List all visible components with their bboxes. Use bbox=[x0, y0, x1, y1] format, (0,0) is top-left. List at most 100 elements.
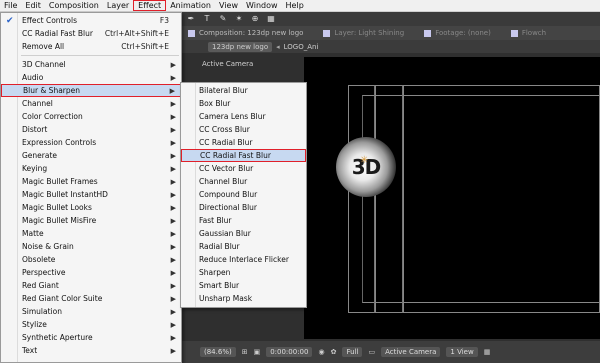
menu-item-audio[interactable]: Audio ▶ bbox=[1, 71, 181, 84]
submenu-item-smart-blur[interactable]: Smart Blur bbox=[181, 279, 306, 292]
resolution-dropdown[interactable]: Full bbox=[342, 347, 363, 357]
submenu-item-channel-blur[interactable]: Channel Blur bbox=[181, 175, 306, 188]
timecode-field[interactable]: 0:00:00:00 bbox=[266, 347, 313, 357]
mask-toggle-icon[interactable]: ▣ bbox=[254, 348, 261, 356]
menu-item-color-correction[interactable]: Color Correction ▶ bbox=[1, 110, 181, 123]
text-tool-icon[interactable]: T bbox=[202, 14, 212, 24]
tab-composition-label: Composition: 123dp new logo bbox=[199, 29, 304, 37]
menu-item-magic-bullet-looks[interactable]: Magic Bullet Looks ▶ bbox=[1, 201, 181, 214]
camera-dropdown[interactable]: Active Camera bbox=[381, 347, 441, 357]
menu-item-expression-controls[interactable]: Expression Controls ▶ bbox=[1, 136, 181, 149]
breadcrumb-logo-ani[interactable]: LOGO_Ani bbox=[284, 43, 319, 51]
menu-item-red-giant[interactable]: Red Giant ▶ bbox=[1, 279, 181, 292]
menu-bar: File Edit Composition Layer Effect Anima… bbox=[0, 0, 600, 12]
submenu-item-label: Channel Blur bbox=[199, 176, 248, 186]
anchor-point-icon[interactable]: ✳ bbox=[360, 155, 368, 166]
menu-help[interactable]: Help bbox=[282, 0, 308, 12]
menu-view[interactable]: View bbox=[215, 0, 242, 12]
menu-item-cc-radial-fast-blur[interactable]: CC Radial Fast Blur Ctrl+Alt+Shift+E bbox=[1, 27, 181, 40]
menu-item-label: Text bbox=[22, 346, 38, 355]
menu-item-synthetic-aperture[interactable]: Synthetic Aperture ▶ bbox=[1, 331, 181, 344]
menu-item-magic-bullet-misfire[interactable]: Magic Bullet MisFire ▶ bbox=[1, 214, 181, 227]
submenu-item-fast-blur[interactable]: Fast Blur bbox=[181, 214, 306, 227]
menu-item-label: Magic Bullet Frames bbox=[22, 177, 98, 186]
view-layout-dropdown[interactable]: 1 View bbox=[446, 347, 478, 357]
menu-window[interactable]: Window bbox=[242, 0, 282, 12]
submenu-item-bilateral-blur[interactable]: Bilateral Blur bbox=[181, 84, 306, 97]
submenu-item-radial-blur[interactable]: Radial Blur bbox=[181, 240, 306, 253]
menu-edit[interactable]: Edit bbox=[21, 0, 45, 12]
menu-file[interactable]: File bbox=[0, 0, 21, 12]
submenu-item-sharpen[interactable]: Sharpen bbox=[181, 266, 306, 279]
menu-item-simulation[interactable]: Simulation ▶ bbox=[1, 305, 181, 318]
submenu-item-unsharp-mask[interactable]: Unsharp Mask bbox=[181, 292, 306, 305]
grid-toggle-icon[interactable]: ⊞ bbox=[242, 348, 248, 356]
submenu-item-reduce-interlace-flicker[interactable]: Reduce Interlace Flicker bbox=[181, 253, 306, 266]
footage-icon bbox=[424, 29, 432, 37]
submenu-item-cc-vector-blur[interactable]: CC Vector Blur bbox=[181, 162, 306, 175]
menu-item-perspective[interactable]: Perspective ▶ bbox=[1, 266, 181, 279]
menu-item-magic-bullet-frames[interactable]: Magic Bullet Frames ▶ bbox=[1, 175, 181, 188]
composition-canvas[interactable] bbox=[304, 57, 600, 339]
menu-item-red-giant-color-suite[interactable]: Red Giant Color Suite ▶ bbox=[1, 292, 181, 305]
menu-layer[interactable]: Layer bbox=[103, 0, 133, 12]
flowchart-icon bbox=[510, 29, 518, 37]
submenu-item-directional-blur[interactable]: Directional Blur bbox=[181, 201, 306, 214]
zoom-dropdown[interactable]: (84.6%) bbox=[200, 347, 236, 357]
menu-item-matte[interactable]: Matte ▶ bbox=[1, 227, 181, 240]
menu-item-text[interactable]: Text ▶ bbox=[1, 344, 181, 357]
effect-menu: ✔ Effect Controls F3 CC Radial Fast Blur… bbox=[0, 12, 182, 363]
menu-item-magic-bullet-instanthd[interactable]: Magic Bullet InstantHD ▶ bbox=[1, 188, 181, 201]
menu-item-label: Perspective bbox=[22, 268, 66, 277]
menu-effect[interactable]: Effect bbox=[133, 0, 167, 11]
menu-item-stylize[interactable]: Stylize ▶ bbox=[1, 318, 181, 331]
breadcrumb-comp[interactable]: 123dp new logo bbox=[208, 41, 273, 52]
menu-separator bbox=[21, 55, 179, 56]
menu-item-label: Color Correction bbox=[22, 112, 83, 121]
submenu-item-compound-blur[interactable]: Compound Blur bbox=[181, 188, 306, 201]
menu-item-effect-controls[interactable]: ✔ Effect Controls F3 bbox=[1, 14, 181, 27]
snapshot-icon[interactable]: ◉ bbox=[318, 348, 324, 356]
panel-tabs: Composition: 123dp new logo Layer: Light… bbox=[180, 26, 600, 40]
menu-item-noise-grain[interactable]: Noise & Grain ▶ bbox=[1, 240, 181, 253]
submenu-arrow-icon: ▶ bbox=[170, 125, 176, 134]
submenu-item-label: Fast Blur bbox=[199, 215, 232, 225]
submenu-item-label: Bilateral Blur bbox=[199, 85, 248, 95]
submenu-item-gaussian-blur[interactable]: Gaussian Blur bbox=[181, 227, 306, 240]
menu-item-channel[interactable]: Channel ▶ bbox=[1, 97, 181, 110]
submenu-item-camera-lens-blur[interactable]: Camera Lens Blur bbox=[181, 110, 306, 123]
layer-icon bbox=[323, 29, 331, 37]
breadcrumb: 123dp new logo ◂ LOGO_Ani bbox=[180, 40, 600, 53]
submenu-arrow-icon: ▶ bbox=[170, 73, 176, 82]
brush-tool-icon[interactable]: ✎ bbox=[218, 14, 228, 24]
submenu-item-cc-radial-blur[interactable]: CC Radial Blur bbox=[181, 136, 306, 149]
pin-tool-icon[interactable]: ✶ bbox=[234, 14, 244, 24]
tab-footage[interactable]: Footage: (none) bbox=[424, 29, 491, 37]
channel-icon[interactable]: ✿ bbox=[331, 348, 337, 356]
pen-tool-icon[interactable]: ✒ bbox=[186, 14, 196, 24]
region-icon[interactable]: ▭ bbox=[368, 348, 375, 356]
menu-item-blur-sharpen[interactable]: Blur & Sharpen ▶ bbox=[1, 84, 181, 97]
menu-composition[interactable]: Composition bbox=[45, 0, 103, 12]
menu-item-distort[interactable]: Distort ▶ bbox=[1, 123, 181, 136]
tab-layer[interactable]: Layer: Light Shining bbox=[323, 29, 404, 37]
submenu-item-cc-cross-blur[interactable]: CC Cross Blur bbox=[181, 123, 306, 136]
submenu-arrow-icon: ▶ bbox=[170, 60, 176, 69]
menu-item-3d-channel[interactable]: 3D Channel ▶ bbox=[1, 58, 181, 71]
axis-mode-icon[interactable]: ⊕ bbox=[250, 14, 260, 24]
grid-icon[interactable]: ▦ bbox=[266, 14, 276, 24]
menu-item-label: Remove All bbox=[22, 42, 65, 51]
tab-composition[interactable]: Composition: 123dp new logo bbox=[188, 29, 303, 37]
submenu-item-box-blur[interactable]: Box Blur bbox=[181, 97, 306, 110]
menu-item-remove-all[interactable]: Remove All Ctrl+Shift+E bbox=[1, 40, 181, 53]
submenu-item-cc-radial-fast-blur[interactable]: CC Radial Fast Blur bbox=[181, 149, 306, 162]
submenu-item-label: Sharpen bbox=[199, 267, 231, 277]
menu-animation[interactable]: Animation bbox=[166, 0, 215, 12]
toggle-pixel-icon[interactable]: ▦ bbox=[484, 348, 491, 356]
submenu-arrow-icon: ▶ bbox=[170, 320, 176, 329]
menu-item-obsolete[interactable]: Obsolete ▶ bbox=[1, 253, 181, 266]
submenu-arrow-icon: ▶ bbox=[170, 164, 176, 173]
menu-item-keying[interactable]: Keying ▶ bbox=[1, 162, 181, 175]
tab-flowchart[interactable]: Flowch bbox=[510, 29, 546, 37]
menu-item-generate[interactable]: Generate ▶ bbox=[1, 149, 181, 162]
